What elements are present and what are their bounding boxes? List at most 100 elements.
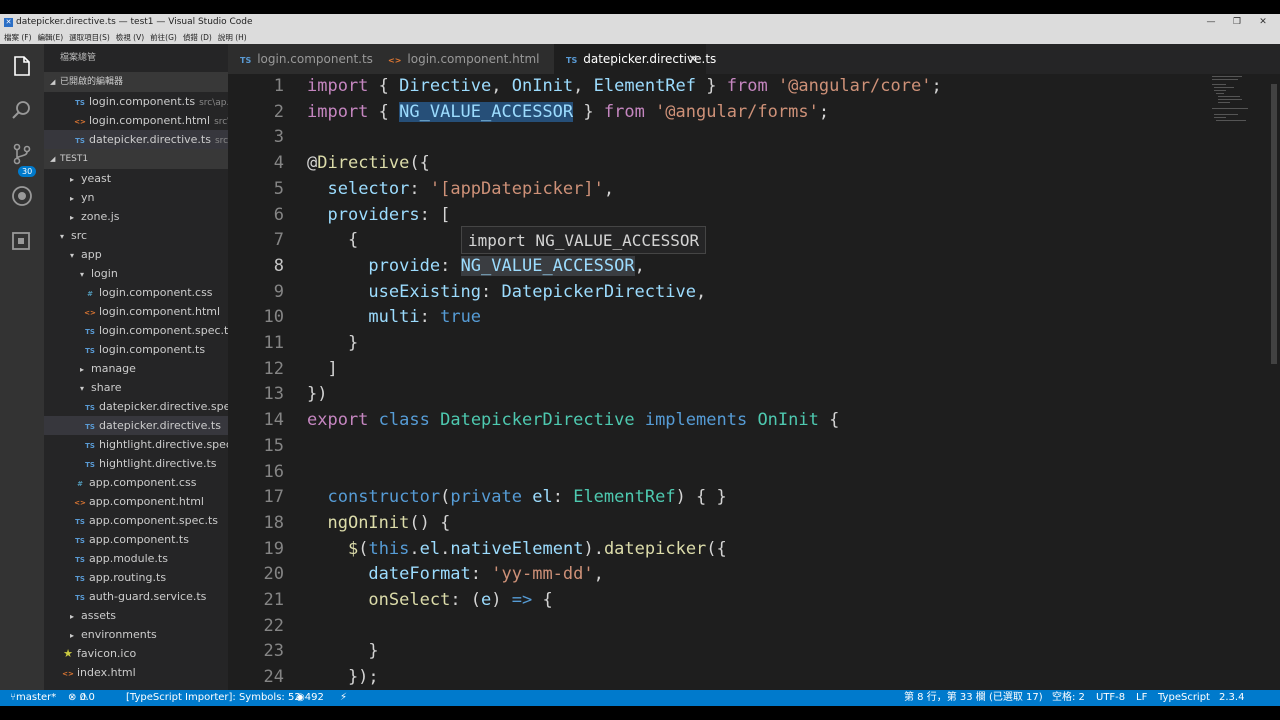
tree-item[interactable]: <> login.component.html bbox=[44, 302, 228, 321]
vertical-scrollbar[interactable] bbox=[1268, 74, 1280, 704]
scrollbar-thumb[interactable] bbox=[1271, 84, 1277, 364]
tree-item[interactable]: TS app.component.spec.ts bbox=[44, 511, 228, 530]
restore-icon[interactable]: ❐ bbox=[1224, 14, 1250, 31]
file-type-icon: TS bbox=[240, 56, 252, 65]
tree-item[interactable]: ▾ app bbox=[44, 245, 228, 264]
menu-item[interactable]: 檢視 (V) bbox=[116, 33, 144, 42]
tree-item[interactable]: TS app.routing.ts bbox=[44, 568, 228, 587]
cursor-position[interactable]: 第 8 行，第 33 欄 (已選取 17) bbox=[904, 690, 1043, 706]
branch-indicator[interactable]: ⑂ master* bbox=[10, 690, 56, 706]
tree-item[interactable]: ▸ zone.js bbox=[44, 207, 228, 226]
menu-item[interactable]: 前往(G) bbox=[150, 33, 177, 42]
editor-tab[interactable]: <> login.component.html bbox=[376, 44, 554, 74]
line-ending[interactable]: LF bbox=[1136, 690, 1147, 706]
activity-bar: 30 bbox=[0, 44, 44, 704]
tree-item[interactable]: TS datepicker.directive.ts bbox=[44, 416, 228, 435]
open-editor-item[interactable]: TS datepicker.directive.tssrc\... bbox=[44, 130, 228, 149]
code-line: 12 ] bbox=[228, 357, 1268, 383]
folder-chevron-icon: ▸ bbox=[69, 612, 74, 621]
debug-icon[interactable] bbox=[10, 184, 34, 208]
tree-item[interactable]: <> app.component.html bbox=[44, 492, 228, 511]
menu-item[interactable]: 選取項目(S) bbox=[69, 33, 110, 42]
tree-item-label: yeast bbox=[81, 172, 112, 185]
explorer-header: 檔案總管 bbox=[60, 53, 97, 63]
minimap[interactable] bbox=[1210, 74, 1268, 154]
file-type-icon: <> bbox=[388, 56, 402, 65]
menu-item[interactable]: 檔案 (F) bbox=[4, 33, 32, 42]
line-number: 15 bbox=[263, 435, 284, 456]
open-editor-item[interactable]: TS login.component.tssrc\ap... bbox=[44, 92, 228, 111]
tree-item-label: datepicker.directive.ts bbox=[99, 419, 221, 432]
close-tab-icon[interactable]: ✕ bbox=[688, 44, 698, 74]
importer-status[interactable]: [TypeScript Importer]: Symbols: 52 bbox=[126, 690, 301, 706]
tree-item[interactable]: <> index.html bbox=[44, 663, 228, 682]
ts-version[interactable]: 2.3.4 bbox=[1219, 690, 1244, 706]
tree-item-label: auth-guard.service.ts bbox=[89, 590, 207, 603]
language-mode[interactable]: TypeScript bbox=[1158, 690, 1210, 706]
tree-item[interactable]: ▸ yn bbox=[44, 188, 228, 207]
vscode-window: ✕ datepicker.directive.ts — test1 — Visu… bbox=[0, 14, 1280, 706]
menu-item[interactable]: 編輯(E) bbox=[38, 33, 64, 42]
code-text: }); bbox=[307, 667, 379, 688]
code-line: 10 multi: true bbox=[228, 305, 1268, 331]
file-type-icon: TS bbox=[75, 518, 85, 526]
tree-item[interactable]: ▾ src bbox=[44, 226, 228, 245]
folder-section[interactable]: ◢ TEST1 bbox=[44, 149, 228, 169]
file-type-icon: TS bbox=[85, 347, 95, 355]
line-number: 11 bbox=[263, 333, 284, 353]
tree-item[interactable]: TS login.component.spec.ts bbox=[44, 321, 228, 340]
tree-item[interactable]: ★ favicon.ico bbox=[44, 644, 228, 663]
code-text: constructor(private el: ElementRef) { } bbox=[327, 487, 727, 508]
tree-item[interactable]: # app.component.css bbox=[44, 473, 228, 492]
open-editor-name: login.component.ts bbox=[89, 95, 196, 108]
lightning-icon[interactable]: ⚡ bbox=[340, 690, 347, 706]
tree-item-label: src bbox=[71, 229, 88, 242]
tree-item[interactable]: TS hightlight.directive.spec... bbox=[44, 435, 228, 454]
file-type-icon: ★ bbox=[63, 647, 73, 660]
eye-indicator[interactable]: ◉ 492 bbox=[296, 690, 324, 706]
tree-item[interactable]: # login.component.css bbox=[44, 283, 228, 302]
tree-item[interactable]: ▸ environments bbox=[44, 625, 228, 644]
extensions-icon[interactable] bbox=[10, 228, 34, 252]
line-number: 17 bbox=[263, 487, 284, 508]
code-text: }) bbox=[307, 384, 328, 405]
tree-item-label: app.component.spec.ts bbox=[89, 514, 218, 527]
open-editors-list: TS login.component.tssrc\ap... <>login.com… bbox=[44, 92, 228, 149]
tree-item[interactable]: TS app.module.ts bbox=[44, 549, 228, 568]
code-text: } bbox=[307, 641, 379, 662]
tree-item-label: app bbox=[81, 248, 102, 261]
editor-tab[interactable]: TS datepicker.directive.ts ✕ bbox=[554, 44, 716, 74]
editor-tab[interactable]: TS login.component.ts bbox=[228, 44, 376, 74]
tree-item[interactable]: ▸ yeast bbox=[44, 169, 228, 188]
tree-item[interactable]: ▸ manage bbox=[44, 359, 228, 378]
search-icon[interactable] bbox=[10, 98, 34, 122]
vscode-icon: ✕ bbox=[4, 18, 13, 27]
tree-item[interactable]: ▸ assets bbox=[44, 606, 228, 625]
code-line: 5 selector: '[appDatepicker]', bbox=[228, 177, 1268, 203]
code-line: 3 bbox=[228, 125, 1268, 151]
open-editor-item[interactable]: <>login.component.htmlsrc\... bbox=[44, 111, 228, 130]
minimize-icon[interactable]: — bbox=[1198, 14, 1224, 31]
code-editor[interactable]: import NG_VALUE_ACCESSOR 1 import { Direc… bbox=[228, 74, 1268, 704]
tree-item[interactable]: TS auth-guard.service.ts bbox=[44, 587, 228, 606]
code-text: import { Directive, OnInit, ElementRef }… bbox=[307, 76, 942, 96]
tree-item[interactable]: ▾ login bbox=[44, 264, 228, 283]
indentation[interactable]: 空格: 2 bbox=[1052, 690, 1085, 706]
problems-indicator[interactable]: ⊗ 0 ⚠ 0 bbox=[68, 690, 95, 706]
files-icon[interactable] bbox=[10, 54, 34, 78]
menu-item[interactable]: 說明 (H) bbox=[218, 33, 247, 42]
tree-item[interactable]: TS datepicker.directive.spe... bbox=[44, 397, 228, 416]
tree-item-label: login.component.ts bbox=[99, 343, 206, 356]
close-icon[interactable]: ✕ bbox=[1250, 14, 1276, 31]
encoding[interactable]: UTF-8 bbox=[1096, 690, 1125, 706]
source-control-icon[interactable] bbox=[10, 142, 34, 166]
tree-item-label: index.html bbox=[77, 666, 136, 679]
tree-item[interactable]: TS app.component.ts bbox=[44, 530, 228, 549]
tree-item[interactable]: TS hightlight.directive.ts bbox=[44, 454, 228, 473]
menu-item[interactable]: 偵錯 (D) bbox=[183, 33, 212, 42]
file-type-icon: TS bbox=[85, 442, 95, 450]
tree-item[interactable]: TS login.component.ts bbox=[44, 340, 228, 359]
tree-item[interactable]: ▾ share bbox=[44, 378, 228, 397]
open-editors-section[interactable]: ◢ 已開啟的編輯器 bbox=[44, 72, 228, 92]
tree-item-label: app.component.css bbox=[89, 476, 197, 489]
